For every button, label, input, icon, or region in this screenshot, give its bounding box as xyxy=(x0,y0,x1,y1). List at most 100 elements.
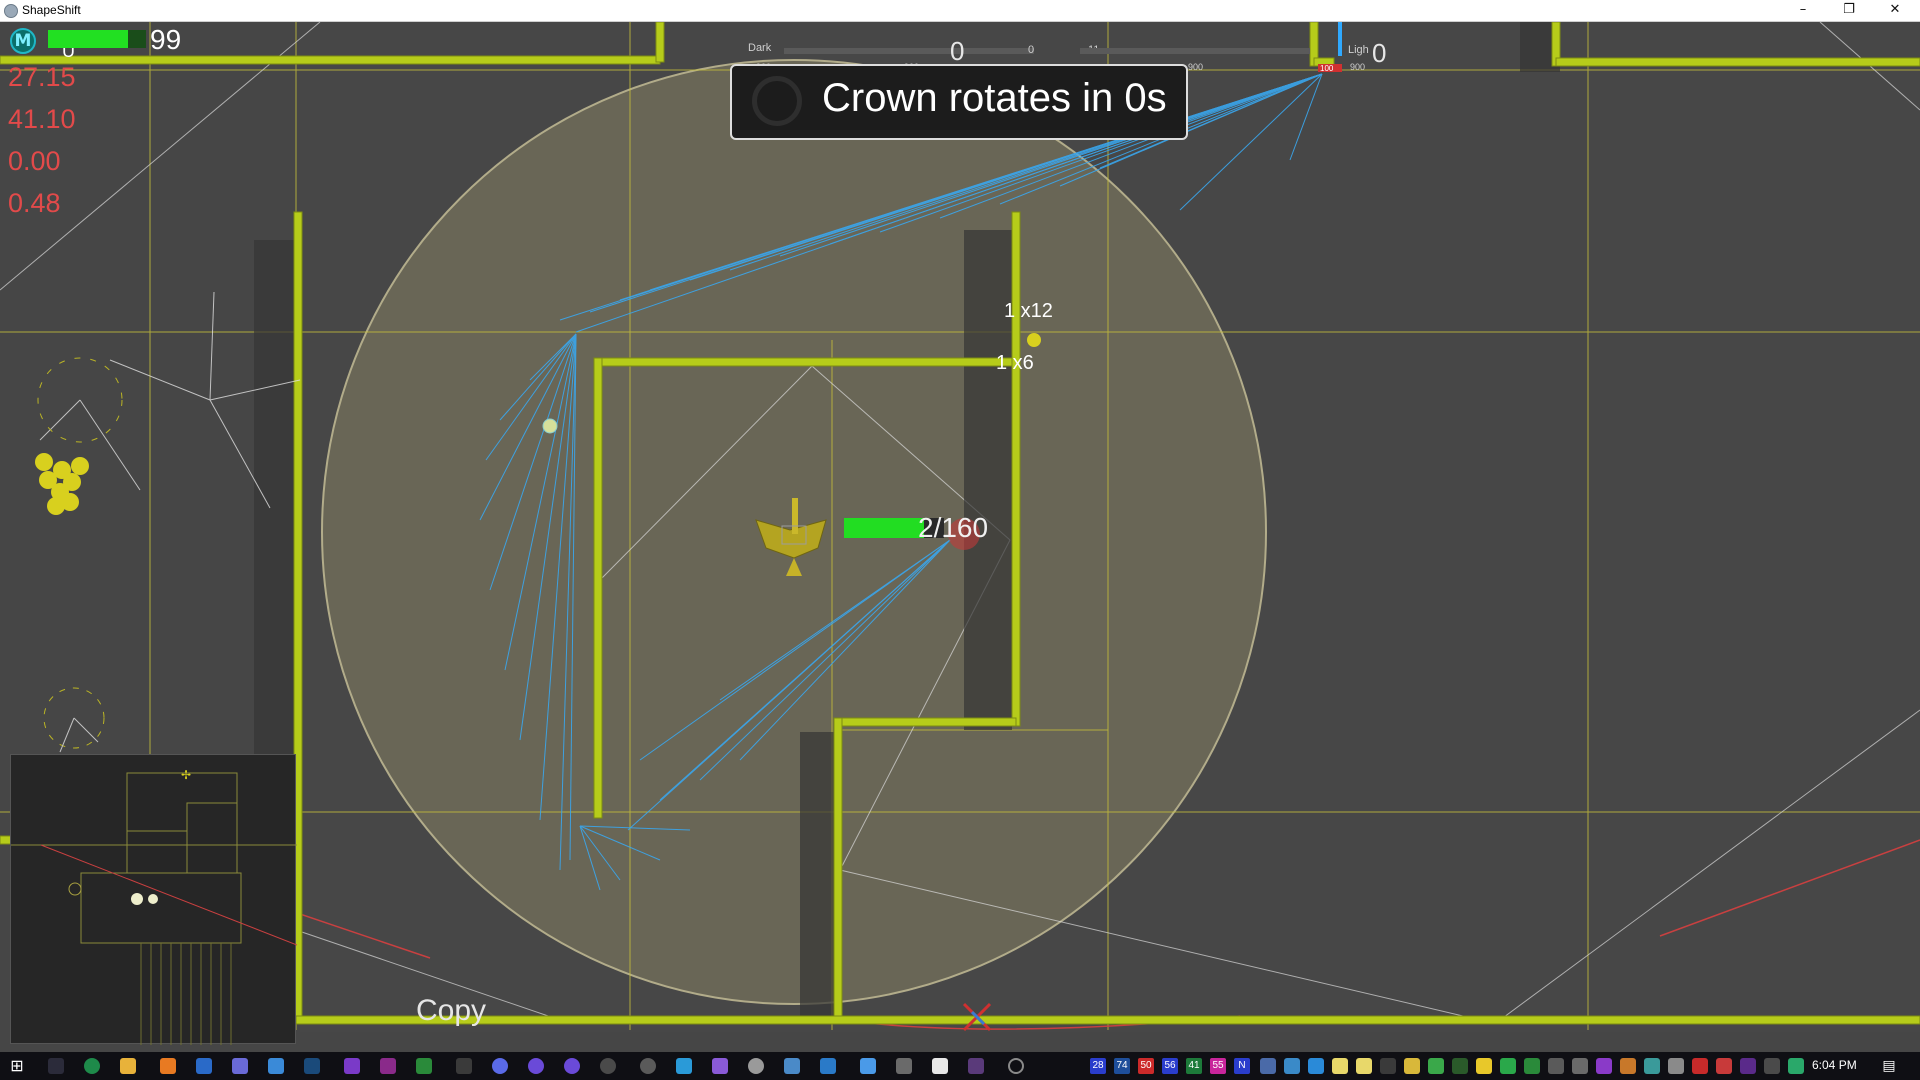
star-icon[interactable] xyxy=(1476,1058,1492,1074)
stat-value-1: 27.15 xyxy=(8,62,76,92)
tray-icon[interactable] xyxy=(1692,1058,1708,1074)
terminal-icon[interactable] xyxy=(456,1058,472,1074)
tray-badge-2[interactable]: 74 xyxy=(1114,1058,1130,1074)
timer-ring-icon xyxy=(752,76,802,126)
player-health-bar xyxy=(48,30,146,48)
task-view-icon[interactable] xyxy=(48,1058,64,1074)
notes-icon[interactable] xyxy=(232,1058,248,1074)
battery-icon[interactable] xyxy=(1620,1058,1636,1074)
tray-icon[interactable] xyxy=(1260,1058,1276,1074)
folder-icon[interactable] xyxy=(120,1058,136,1074)
tray-icon[interactable] xyxy=(1452,1058,1468,1074)
os-taskbar: ⊞ 28 74 50 56 41 55 N 6:04 PM ▤ xyxy=(0,1052,1920,1080)
maximize-button[interactable]: ❐ xyxy=(1826,0,1872,22)
tray-icon[interactable] xyxy=(1380,1058,1396,1074)
h-app-icon[interactable] xyxy=(416,1058,432,1074)
start-button[interactable]: ⊞ xyxy=(6,1056,28,1076)
app-icon-f[interactable] xyxy=(896,1058,912,1074)
dark-score-bar xyxy=(784,48,1034,54)
app-icon-b[interactable] xyxy=(712,1058,728,1074)
app-icon-a[interactable] xyxy=(676,1058,692,1074)
eclipse-icon-2[interactable] xyxy=(564,1058,580,1074)
app-icon xyxy=(4,4,18,18)
stat-value-3: 0.00 xyxy=(8,146,61,176)
window-title: ShapeShift xyxy=(22,3,81,17)
tray-icon[interactable] xyxy=(1524,1058,1540,1074)
player-avatar: M xyxy=(10,28,36,54)
app-icon-g[interactable] xyxy=(932,1058,948,1074)
discord-icon[interactable] xyxy=(492,1058,508,1074)
pickup-dot xyxy=(1027,333,1041,347)
vs-icon[interactable] xyxy=(380,1058,396,1074)
tray-icon[interactable] xyxy=(1284,1058,1300,1074)
pickup-dot xyxy=(542,418,558,434)
github-icon[interactable] xyxy=(640,1058,656,1074)
light-marker-value: 100 xyxy=(1320,64,1334,73)
tray-badge-1[interactable]: 28 xyxy=(1090,1058,1106,1074)
tray-icon[interactable] xyxy=(1764,1058,1780,1074)
window-titlebar: ShapeShift – ❐ ✕ xyxy=(0,0,1920,22)
visual-studio-icon[interactable] xyxy=(344,1058,360,1074)
bar-tick-3: 900 xyxy=(1188,62,1204,72)
cloud-icon[interactable] xyxy=(268,1058,284,1074)
team-light-label: Ligh xyxy=(1348,44,1369,56)
tray-icon[interactable] xyxy=(1716,1058,1732,1074)
media-icon[interactable] xyxy=(160,1058,176,1074)
notifications-icon[interactable]: ▤ xyxy=(1880,1056,1898,1076)
tray-badge-3[interactable]: 50 xyxy=(1138,1058,1154,1074)
minimap[interactable]: ✢ xyxy=(10,754,298,1045)
tray-icon[interactable] xyxy=(1740,1058,1756,1074)
volume-icon[interactable] xyxy=(1668,1058,1684,1074)
unity-icon[interactable] xyxy=(600,1058,616,1074)
light-score: 0 xyxy=(1372,38,1387,68)
svg-text:✢: ✢ xyxy=(181,768,191,782)
tray-icon[interactable] xyxy=(1596,1058,1612,1074)
tray-icon[interactable] xyxy=(1404,1058,1420,1074)
light-score-bar xyxy=(1080,48,1310,54)
player-health-fill xyxy=(48,30,129,48)
center-score-a: 0 xyxy=(1028,44,1035,56)
tray-badge-5[interactable]: 41 xyxy=(1186,1058,1202,1074)
browser-icon[interactable] xyxy=(84,1058,100,1074)
stat-value-2: 41.10 xyxy=(8,104,76,134)
bar-tick-4: 900 xyxy=(1350,62,1366,72)
copy-ability-label: Copy xyxy=(416,994,487,1027)
team-dark-label: Dark xyxy=(748,42,772,54)
minimap-graphic: ✢ xyxy=(11,768,298,1045)
tray-icon[interactable] xyxy=(1500,1058,1516,1074)
vscode-icon[interactable] xyxy=(820,1058,836,1074)
tray-badge-7[interactable]: N xyxy=(1234,1058,1250,1074)
tray-badge-6[interactable]: 55 xyxy=(1210,1058,1226,1074)
crown-rotation-message: Crown rotates in 0s xyxy=(822,76,1167,120)
tray-icon[interactable] xyxy=(1428,1058,1444,1074)
tray-icon[interactable] xyxy=(1332,1058,1348,1074)
tray-icon[interactable] xyxy=(1572,1058,1588,1074)
close-button[interactable]: ✕ xyxy=(1872,0,1918,22)
app-icon-c[interactable] xyxy=(748,1058,764,1074)
app-icon-e[interactable] xyxy=(860,1058,876,1074)
dark-score: 0 xyxy=(950,36,965,66)
shapeshift-taskbar-icon[interactable] xyxy=(1008,1058,1024,1074)
game-viewport[interactable]: M U 99 27.15 41.10 0.00 0.48 Dark 0 0 11… xyxy=(0,22,1920,1052)
tray-icon[interactable] xyxy=(1548,1058,1564,1074)
tray-icon[interactable] xyxy=(1788,1058,1804,1074)
tray-icon[interactable] xyxy=(1356,1058,1372,1074)
shape-cluster-left xyxy=(35,453,89,515)
steam-icon[interactable] xyxy=(304,1058,320,1074)
tray-icon[interactable] xyxy=(1308,1058,1324,1074)
unit-health-fill xyxy=(844,518,924,538)
stat-value-4: 0.48 xyxy=(8,188,61,218)
unit-health-value: 2/160 xyxy=(918,512,989,543)
app-icon-d[interactable] xyxy=(784,1058,800,1074)
app-icon-h[interactable] xyxy=(968,1058,984,1074)
tray-badge-4[interactable]: 56 xyxy=(1162,1058,1178,1074)
network-icon[interactable] xyxy=(1644,1058,1660,1074)
multiplier-label-2: 1 x6 xyxy=(996,352,1034,374)
calc-icon[interactable] xyxy=(196,1058,212,1074)
light-beacon xyxy=(1338,22,1342,56)
multiplier-label-1: 1 x12 xyxy=(1004,300,1053,322)
player-health-value: 99 xyxy=(150,24,182,55)
taskbar-clock[interactable]: 6:04 PM xyxy=(1812,1058,1857,1072)
minimize-button[interactable]: – xyxy=(1780,0,1826,22)
eclipse-icon[interactable] xyxy=(528,1058,544,1074)
